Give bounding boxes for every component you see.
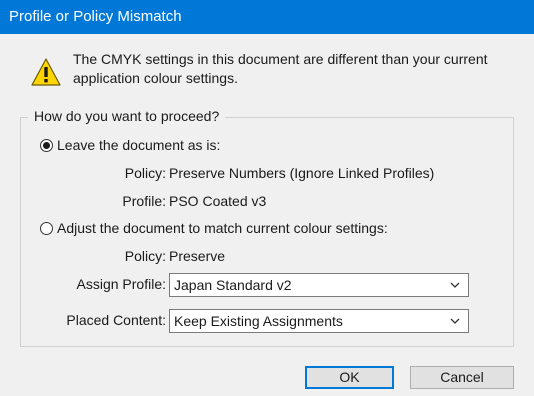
leave-policy-value: Preserve Numbers (Ignore Linked Profiles… <box>169 165 435 181</box>
dialog-title: Profile or Policy Mismatch <box>0 0 534 34</box>
chevron-down-icon <box>450 318 460 324</box>
leave-policy-label: Policy: <box>124 165 166 181</box>
adjust-document-radio[interactable] <box>40 221 53 235</box>
mismatch-message: The CMYK settings in this document are d… <box>73 51 488 86</box>
placed-content-label: Placed Content: <box>66 312 166 328</box>
adjust-document-option[interactable]: Adjust the document to match current col… <box>40 218 388 238</box>
warning-icon <box>31 58 61 86</box>
assign-profile-select[interactable]: Japan Standard v2 <box>169 273 469 297</box>
leave-document-option[interactable]: Leave the document as is: <box>40 135 220 155</box>
adjust-document-label: Adjust the document to match current col… <box>57 220 388 236</box>
leave-document-radio[interactable] <box>40 138 53 152</box>
leave-profile-label: Profile: <box>122 193 166 209</box>
cancel-button[interactable]: Cancel <box>410 366 514 389</box>
adjust-policy-label: Policy: <box>124 248 166 264</box>
proceed-question: How do you want to proceed? <box>28 106 226 126</box>
placed-content-select[interactable]: Keep Existing Assignments <box>169 309 469 333</box>
chevron-down-icon <box>450 282 460 288</box>
assign-profile-label: Assign Profile: <box>76 276 166 292</box>
ok-button[interactable]: OK <box>305 366 394 389</box>
profile-mismatch-dialog: Profile or Policy Mismatch The CMYK sett… <box>0 0 534 396</box>
leave-document-label: Leave the document as is: <box>57 137 221 153</box>
adjust-policy-value: Preserve <box>169 248 226 264</box>
placed-content-value: Keep Existing Assignments <box>174 313 343 329</box>
assign-profile-value: Japan Standard v2 <box>174 277 292 293</box>
leave-profile-value: PSO Coated v3 <box>169 193 267 209</box>
